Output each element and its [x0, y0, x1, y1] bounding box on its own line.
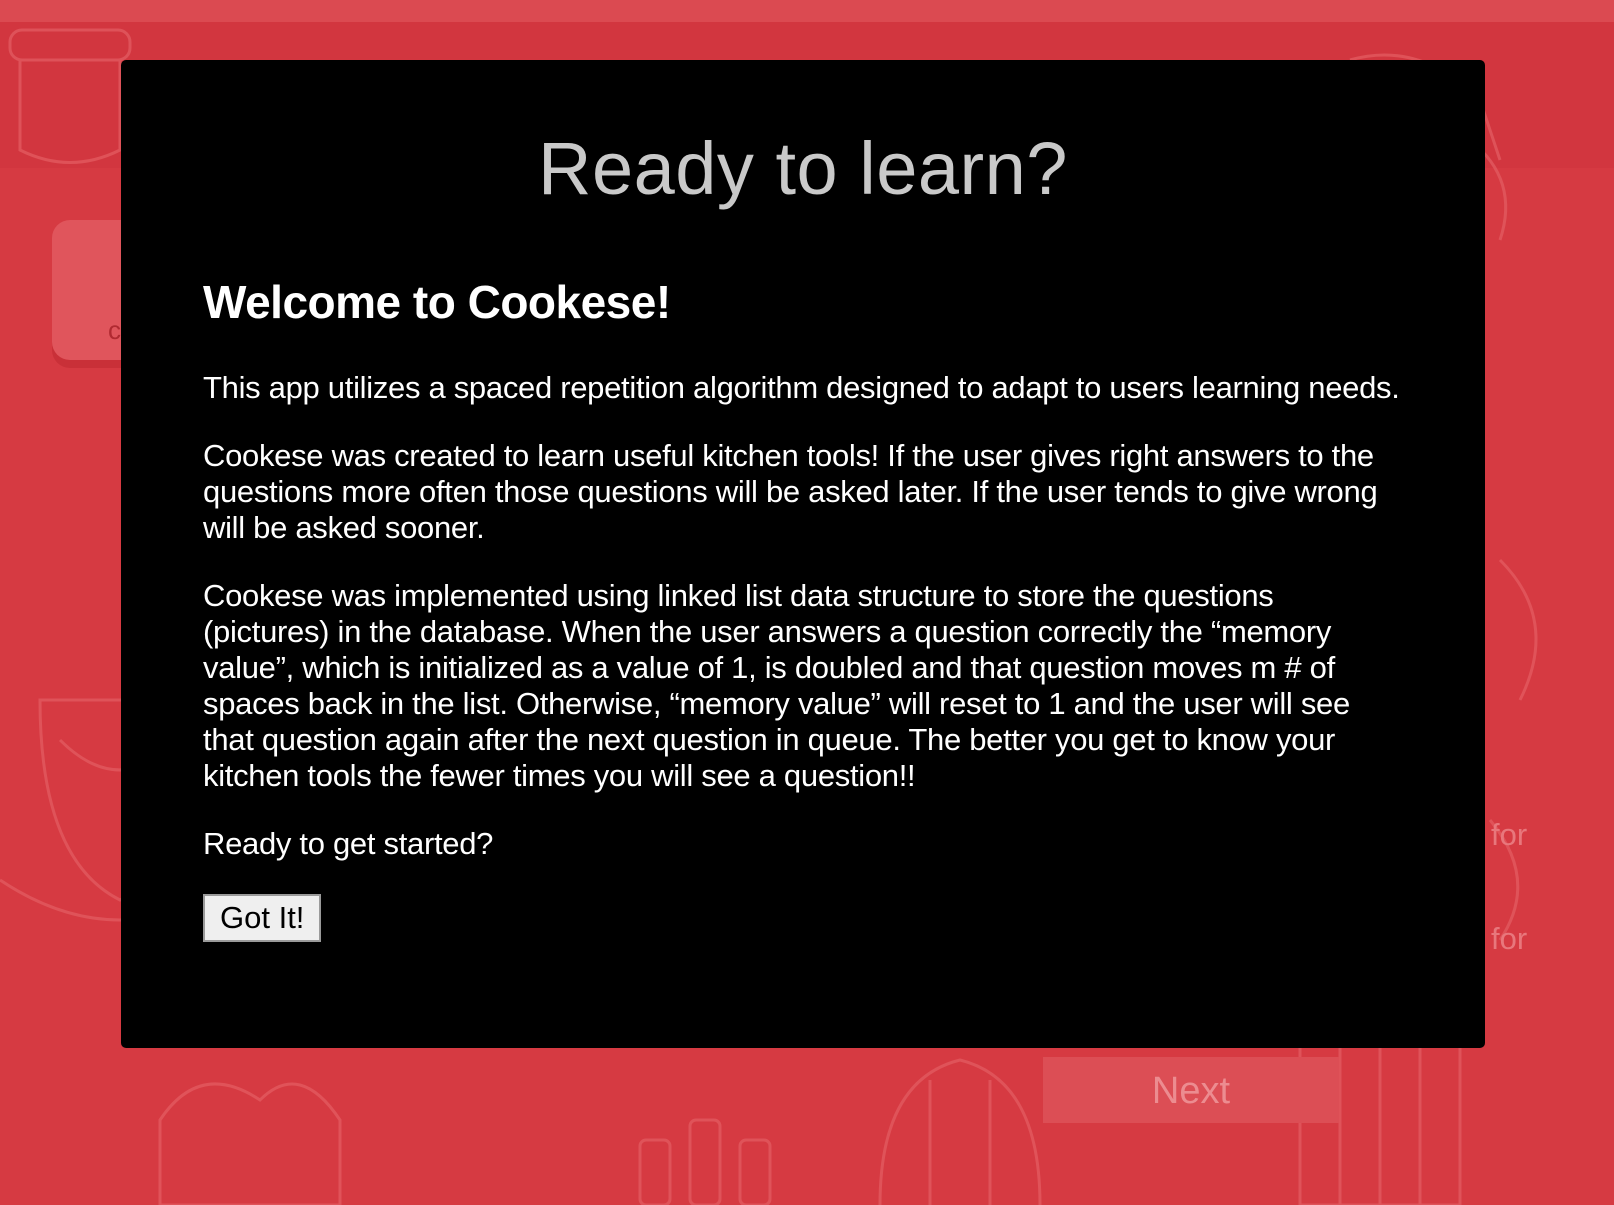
next-button[interactable]: Next: [1043, 1057, 1339, 1123]
background-answer-text: for: [1491, 921, 1528, 956]
purpose-paragraph: Cookese was created to learn useful kitc…: [203, 438, 1378, 545]
background-card-letter: c: [108, 315, 121, 345]
got-it-button[interactable]: Got It!: [203, 894, 322, 942]
algorithm-paragraph: Cookese was implemented using linked lis…: [203, 578, 1350, 793]
background-answer-text: for: [1491, 817, 1528, 852]
modal-title: Ready to learn?: [538, 127, 1068, 210]
intro-paragraph: This app utilizes a spaced repetition al…: [203, 370, 1400, 405]
ready-prompt: Ready to get started?: [203, 826, 494, 861]
welcome-modal: Ready to learn? Welcome to Cookese! This…: [121, 60, 1485, 1048]
welcome-heading: Welcome to Cookese!: [203, 276, 671, 328]
